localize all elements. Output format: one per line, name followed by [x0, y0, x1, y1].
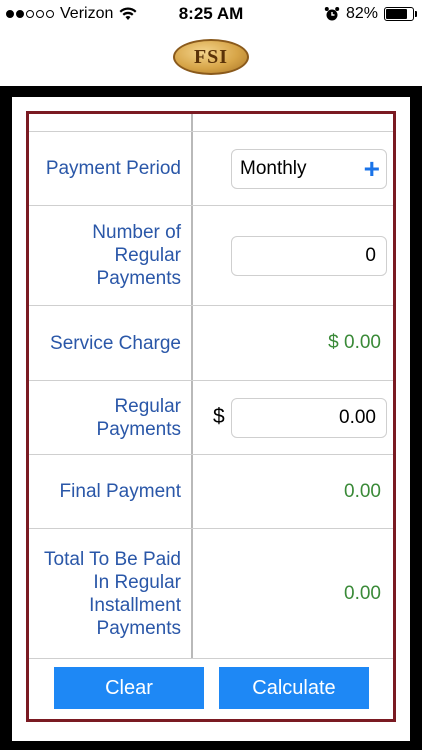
regular-payments-label: Regular Payments — [96, 395, 181, 440]
app-header: FSI — [0, 30, 422, 86]
battery-percent: 82% — [345, 5, 378, 22]
row-service-charge: Service Charge $ 0.00 — [29, 306, 393, 381]
regular-payments-input[interactable]: 0.00 — [231, 398, 387, 438]
total-paid-value: 0.00 — [344, 582, 381, 604]
service-charge-label: Service Charge — [50, 332, 181, 354]
payment-period-value: Monthly — [240, 158, 307, 179]
payment-period-label: Payment Period — [45, 158, 181, 179]
service-charge-value: $ 0.00 — [328, 332, 381, 353]
battery-fill — [386, 9, 408, 19]
row-total-paid: Total To Be Paid In Regular Installment … — [29, 529, 393, 659]
total-paid-label: Total To Be Paid In Regular Installment … — [44, 548, 181, 639]
number-of-payments-input[interactable]: 0 — [231, 236, 387, 276]
row-regular-payments: Regular Payments $ 0.00 — [29, 381, 393, 455]
row-final-payment: Final Payment 0.00 — [29, 455, 393, 529]
row-number-of-payments: Number of Regular Payments 0 — [29, 206, 393, 306]
table-row-top — [29, 114, 393, 132]
number-of-payments-value: 0 — [365, 245, 376, 266]
clear-button[interactable]: Clear — [54, 667, 204, 709]
row-payment-period: Payment Period Monthly + — [29, 132, 393, 206]
final-payment-label: Final Payment — [59, 481, 181, 502]
number-of-payments-label: Number of Regular Payments — [92, 222, 181, 289]
plus-icon[interactable]: + — [364, 155, 380, 183]
logo-text: FSI — [193, 45, 229, 68]
currency-symbol: $ — [213, 405, 225, 428]
status-bar: Verizon 8:25 AM 82% — [0, 0, 422, 30]
alarm-clock-icon — [324, 7, 340, 21]
calculate-button[interactable]: Calculate — [219, 667, 369, 709]
battery-icon — [384, 7, 417, 21]
regular-payments-value: 0.00 — [339, 407, 376, 428]
final-payment-value: 0.00 — [344, 480, 381, 502]
calculator-form: Payment Period Monthly + Number of Regul… — [26, 111, 396, 722]
fsi-logo: FSI — [173, 39, 249, 75]
payment-period-select[interactable]: Monthly + — [231, 149, 387, 189]
status-right: 82% — [324, 5, 417, 23]
